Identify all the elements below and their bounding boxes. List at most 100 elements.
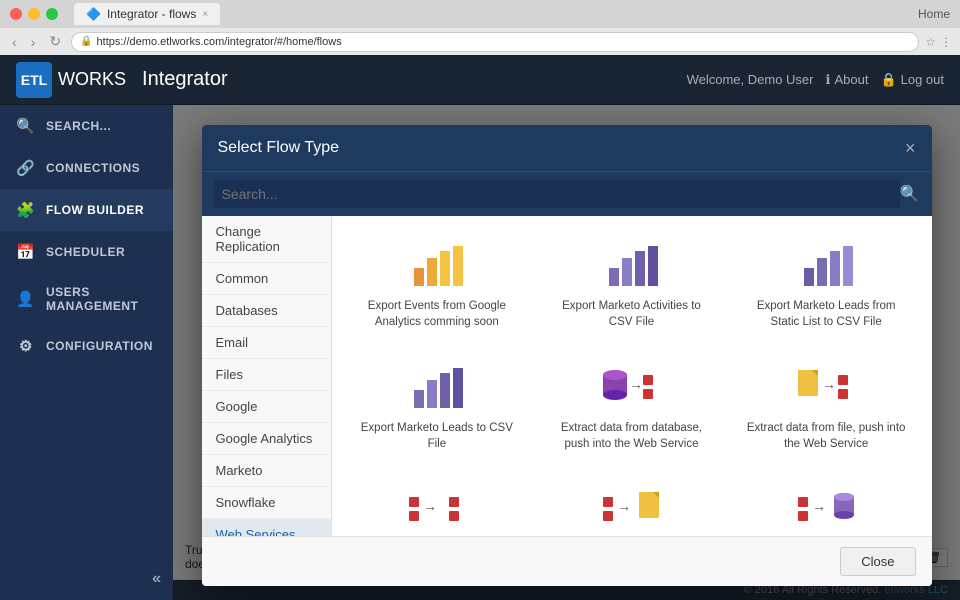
tab-close-icon[interactable]: × (202, 9, 208, 20)
category-files[interactable]: Files (202, 359, 331, 391)
flow-card-icon-3 (407, 362, 467, 412)
modal-title: Select Flow Type (218, 139, 340, 157)
app-header: ETL WORKS Integrator Welcome, Demo User … (0, 55, 960, 105)
address-icons: ☆ ⋮ (925, 35, 952, 49)
category-google-analytics[interactable]: Google Analytics (202, 423, 331, 455)
flow-card-label-2: Export Marketo Leads from Static List to… (745, 298, 908, 330)
main-layout: 🔍 SEARCH... 🔗 CONNECTIONS 🧩 FLOW BUILDER… (0, 105, 960, 600)
sidebar-item-search[interactable]: 🔍 SEARCH... (0, 105, 173, 147)
sidebar-collapse-button[interactable]: « (0, 558, 173, 600)
browser-titlebar: 🔷 Integrator - flows × Home (0, 0, 960, 28)
logout-link[interactable]: 🔒 Log out (880, 72, 944, 88)
sidebar-label-users: USERS MANAGEMENT (46, 285, 157, 313)
connections-icon: 🔗 (16, 159, 36, 177)
flow-card-5[interactable]: → Extract data from file, push into the … (737, 354, 916, 460)
flow-card-label-5: Extract data from file, push into the We… (745, 420, 908, 452)
logo-box: ETL (16, 62, 52, 98)
category-snowflake[interactable]: Snowflake (202, 487, 331, 519)
modal-header: Select Flow Type × (202, 125, 932, 171)
flow-card-icon-2 (796, 240, 856, 290)
flow-card-label-3: Export Marketo Leads to CSV File (356, 420, 519, 452)
modal-search-icon: 🔍 (900, 184, 920, 204)
refresh-button[interactable]: ↻ (45, 31, 65, 52)
flow-card-3[interactable]: Export Marketo Leads to CSV File (348, 354, 527, 460)
traffic-light-yellow[interactable] (28, 8, 40, 20)
flow-card-1[interactable]: Export Marketo Activities to CSV File (542, 232, 721, 338)
flow-card-label-4: Extract data from database, push into th… (550, 420, 713, 452)
flow-card-2[interactable]: Export Marketo Leads from Static List to… (737, 232, 916, 338)
flow-card-icon-7: → (601, 484, 661, 534)
flow-card-icon-1 (601, 240, 661, 290)
traffic-light-green[interactable] (46, 8, 58, 20)
flow-card-icon-0 (407, 240, 467, 290)
flow-builder-icon: 🧩 (16, 201, 36, 219)
modal-footer-close-button[interactable]: Close (840, 547, 915, 576)
sidebar-label-search: SEARCH... (46, 119, 111, 133)
address-bar[interactable]: 🔒 https://demo.etlworks.com/integrator/#… (71, 32, 919, 52)
sidebar-item-config[interactable]: ⚙ CONFIGURATION (0, 325, 173, 367)
modal-category-sidebar: Change Replication Common Databases Emai… (202, 216, 332, 536)
category-databases[interactable]: Databases (202, 295, 331, 327)
browser-addressbar: ‹ › ↻ 🔒 https://demo.etlworks.com/integr… (0, 28, 960, 55)
svg-text:→: → (812, 498, 826, 514)
modal-footer: Close (202, 536, 932, 586)
flow-card-8[interactable]: → Extract data from the Web Service and … (737, 476, 916, 536)
users-icon: 👤 (16, 290, 36, 308)
app-logo: ETL WORKS (16, 62, 126, 98)
flow-card-icon-6: → (407, 484, 467, 534)
modal-search-input[interactable] (214, 180, 900, 208)
svg-text:→: → (423, 498, 437, 514)
svg-text:→: → (822, 376, 836, 392)
header-right: Welcome, Demo User ℹ About 🔒 Log out (687, 72, 944, 88)
flow-card-icon-8: → (796, 484, 856, 534)
traffic-lights (10, 8, 58, 20)
lock-icon: 🔒 (80, 36, 92, 47)
back-button[interactable]: ‹ (8, 32, 21, 52)
address-text: https://demo.etlworks.com/integrator/#/h… (97, 36, 342, 48)
modal-overlay: Select Flow Type × 🔍 Change Replication … (173, 105, 960, 600)
search-icon: 🔍 (16, 117, 36, 135)
category-marketo[interactable]: Marketo (202, 455, 331, 487)
sidebar: 🔍 SEARCH... 🔗 CONNECTIONS 🧩 FLOW BUILDER… (0, 105, 173, 600)
sidebar-item-flow-builder[interactable]: 🧩 FLOW BUILDER (0, 189, 173, 231)
menu-icon[interactable]: ⋮ (940, 35, 952, 49)
logo-brand: WORKS (58, 69, 126, 90)
modal-close-button[interactable]: × (905, 139, 916, 157)
scheduler-icon: 📅 (16, 243, 36, 261)
sidebar-item-connections[interactable]: 🔗 CONNECTIONS (0, 147, 173, 189)
flow-card-7[interactable]: → Extract data from the Web Service and … (542, 476, 721, 536)
category-google[interactable]: Google (202, 391, 331, 423)
info-icon: ℹ (826, 72, 831, 88)
content-area: Truncate MySQL table. Ignore exception i… (173, 105, 960, 600)
app-title: Integrator (142, 68, 228, 91)
sidebar-label-config: CONFIGURATION (46, 339, 153, 353)
category-common[interactable]: Common (202, 263, 331, 295)
tab-title: Integrator - flows (107, 7, 196, 21)
forward-button[interactable]: › (27, 32, 40, 52)
modal-search-bar: 🔍 (202, 171, 932, 216)
bookmark-icon[interactable]: ☆ (925, 35, 936, 49)
browser-tab[interactable]: 🔷 Integrator - flows × (74, 3, 220, 25)
sidebar-label-scheduler: SCHEDULER (46, 245, 125, 259)
category-email[interactable]: Email (202, 327, 331, 359)
select-flow-type-modal: Select Flow Type × 🔍 Change Replication … (202, 125, 932, 586)
flow-card-label-0: Export Events from Google Analytics comm… (356, 298, 519, 330)
traffic-light-red[interactable] (10, 8, 22, 20)
about-link[interactable]: ℹ About (826, 72, 869, 88)
svg-text:→: → (629, 376, 643, 392)
sidebar-item-scheduler[interactable]: 📅 SCHEDULER (0, 231, 173, 273)
category-change-replication[interactable]: Change Replication (202, 216, 331, 263)
lock-icon: 🔒 (880, 72, 896, 88)
flow-card-icon-5: → (796, 362, 856, 412)
logout-label: Log out (901, 72, 944, 87)
flow-card-4[interactable]: → Extract data from database, push into … (542, 354, 721, 460)
flow-card-icon-4: → (601, 362, 661, 412)
sidebar-item-users[interactable]: 👤 USERS MANAGEMENT (0, 273, 173, 325)
app-container: ETL WORKS Integrator Welcome, Demo User … (0, 55, 960, 600)
logo-etl: ETL (21, 72, 47, 88)
category-web-services[interactable]: Web Services (202, 519, 331, 536)
flow-card-0[interactable]: Export Events from Google Analytics comm… (348, 232, 527, 338)
flow-card-6[interactable]: → Extract data from one Web Service and … (348, 476, 527, 536)
sidebar-label-flow-builder: FLOW BUILDER (46, 203, 144, 217)
tab-favicon: 🔷 (86, 7, 101, 21)
